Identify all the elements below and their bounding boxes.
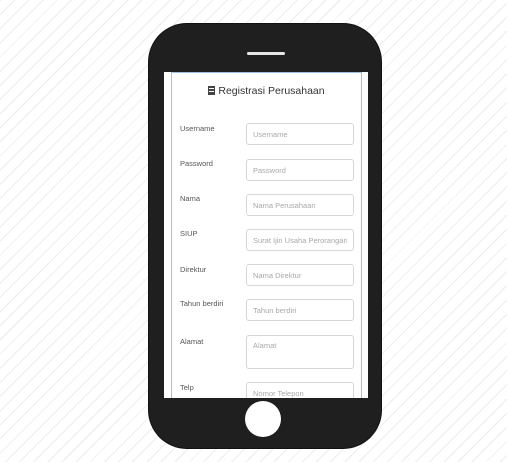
form-title-text: Registrasi Perusahaan	[218, 85, 325, 97]
username-input[interactable]	[246, 123, 354, 145]
label-telp: Telp	[180, 383, 194, 392]
phone-speaker	[247, 52, 285, 55]
address-textarea[interactable]	[246, 335, 354, 369]
label-alamat: Alamat	[180, 337, 204, 346]
company-name-input[interactable]	[246, 194, 354, 216]
label-siup: SIUP	[180, 229, 198, 238]
label-username: Username	[180, 124, 215, 133]
label-direktur: Direktur	[180, 265, 207, 274]
smartphone-frame: Registrasi Perusahaan Username Password …	[149, 24, 381, 448]
siup-input[interactable]	[246, 229, 354, 251]
registration-form: Registrasi Perusahaan Username Password …	[171, 72, 362, 398]
director-input[interactable]	[246, 264, 354, 286]
home-button[interactable]	[245, 401, 281, 437]
phone-screen: Registrasi Perusahaan Username Password …	[164, 72, 368, 398]
phone-number-input[interactable]	[246, 382, 354, 398]
label-tahun-berdiri: Tahun berdiri	[180, 299, 224, 308]
form-title: Registrasi Perusahaan	[172, 85, 361, 97]
label-password: Password	[180, 159, 213, 168]
building-icon	[208, 86, 216, 95]
label-nama: Nama	[180, 194, 201, 203]
year-founded-input[interactable]	[246, 299, 354, 321]
password-input[interactable]	[246, 159, 354, 181]
